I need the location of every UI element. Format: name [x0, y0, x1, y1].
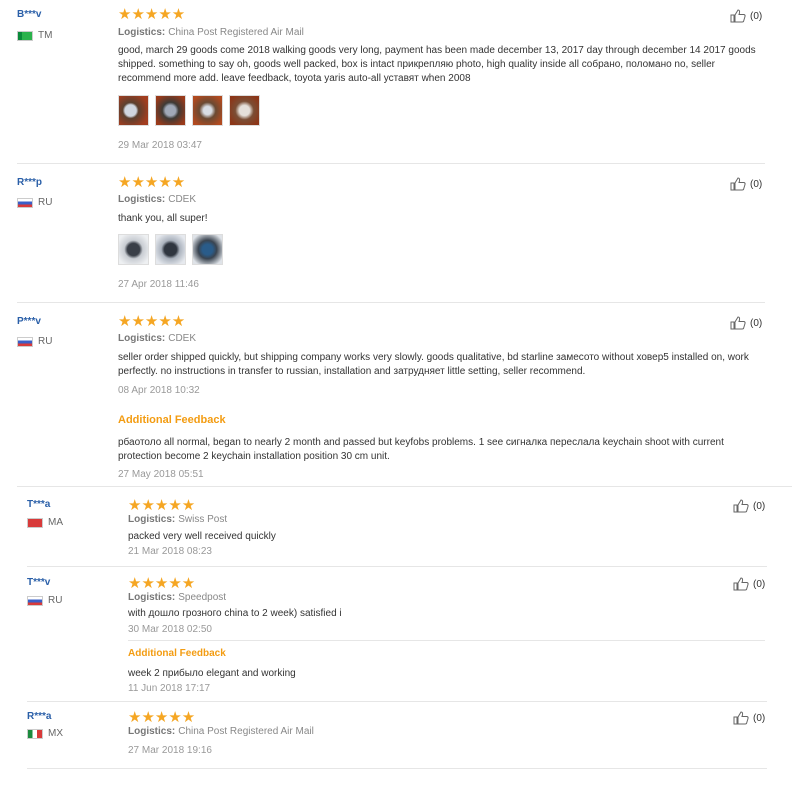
- review-photo[interactable]: [229, 95, 260, 126]
- flag-icon: [17, 336, 33, 347]
- review-photo[interactable]: [118, 234, 149, 265]
- review-photo[interactable]: [155, 95, 186, 126]
- reviewer-country: MX: [27, 728, 63, 739]
- reviewer-name[interactable]: R***p: [17, 177, 42, 188]
- thumbs-up-icon: [730, 316, 746, 330]
- thumbs-up-icon: [733, 577, 749, 591]
- reviewer-name[interactable]: T***v: [27, 577, 50, 588]
- review-date: 29 Mar 2018 03:47: [118, 140, 202, 151]
- divider: [17, 486, 792, 487]
- like-button[interactable]: (0): [733, 577, 765, 591]
- reviewer-country: TM: [17, 30, 52, 41]
- reviewer-country: RU: [17, 336, 52, 347]
- divider: [27, 566, 767, 567]
- reviewer-name[interactable]: T***a: [27, 499, 50, 510]
- star-rating: ★★★★★: [128, 575, 196, 592]
- flag-icon: [27, 517, 43, 528]
- star-rating: ★★★★★: [128, 497, 196, 514]
- reviewer-name[interactable]: B***v: [17, 9, 41, 20]
- thumbs-up-icon: [733, 499, 749, 513]
- additional-feedback-label: Additional Feedback: [118, 414, 226, 426]
- additional-feedback-date: 27 May 2018 05:51: [118, 469, 204, 480]
- star-rating: ★★★★★: [118, 6, 186, 23]
- star-rating: ★★★★★: [118, 174, 186, 191]
- divider: [17, 302, 765, 303]
- reviewer-country: RU: [17, 197, 52, 208]
- like-button[interactable]: (0): [730, 177, 762, 191]
- like-button[interactable]: (0): [733, 711, 765, 725]
- reviewer-country: RU: [27, 595, 62, 606]
- review-photo[interactable]: [192, 95, 223, 126]
- logistics-info: Logistics: China Post Registered Air Mail: [118, 27, 304, 38]
- like-button[interactable]: (0): [730, 316, 762, 330]
- review-photo[interactable]: [155, 234, 186, 265]
- like-button[interactable]: (0): [730, 9, 762, 23]
- review-photos: [118, 95, 260, 126]
- flag-icon: [27, 728, 43, 739]
- reviewer-name[interactable]: P***v: [17, 316, 41, 327]
- logistics-info: Logistics: CDEK: [118, 194, 197, 205]
- additional-feedback-date: 11 Jun 2018 17:17: [128, 683, 211, 694]
- review-date: 08 Apr 2018 10:32: [118, 385, 200, 396]
- flag-icon: [17, 30, 33, 41]
- divider: [17, 163, 765, 164]
- divider: [27, 768, 767, 769]
- review-text: good, march 29 goods come 2018 walking g…: [118, 45, 756, 84]
- thumbs-up-icon: [733, 711, 749, 725]
- additional-feedback-text: week 2 прибыло elegant and working: [128, 668, 296, 679]
- review-date: 21 Mar 2018 08:23: [128, 546, 212, 557]
- like-button[interactable]: (0): [733, 499, 765, 513]
- star-rating: ★★★★★: [128, 709, 196, 726]
- review-text: thank you, all super!: [118, 213, 208, 224]
- reviewer-name[interactable]: R***a: [27, 711, 51, 722]
- review-photo[interactable]: [192, 234, 223, 265]
- additional-feedback-text: рбаотоло all normal, began to nearly 2 m…: [118, 437, 724, 462]
- review-date: 27 Apr 2018 11:46: [118, 279, 199, 290]
- reviewer-country: MA: [27, 517, 63, 528]
- review-photos: [118, 234, 223, 265]
- divider: [27, 701, 767, 702]
- flag-icon: [27, 595, 43, 606]
- review-text: with дошло грозного china to 2 week) sat…: [128, 608, 342, 619]
- thumbs-up-icon: [730, 177, 746, 191]
- star-rating: ★★★★★: [118, 313, 186, 330]
- review-date: 30 Mar 2018 02:50: [128, 624, 212, 635]
- logistics-info: Logistics: China Post Registered Air Mail: [128, 726, 314, 737]
- review-photo[interactable]: [118, 95, 149, 126]
- review-text: seller order shipped quickly, but shippi…: [118, 352, 749, 377]
- flag-icon: [17, 197, 33, 208]
- divider: [128, 640, 765, 641]
- logistics-info: Logistics: Swiss Post: [128, 514, 228, 525]
- logistics-info: Logistics: CDEK: [118, 333, 197, 344]
- logistics-info: Logistics: Speedpost: [128, 592, 227, 603]
- thumbs-up-icon: [730, 9, 746, 23]
- review-text: packed very well received quickly: [128, 531, 276, 542]
- additional-feedback-label: Additional Feedback: [128, 648, 226, 659]
- review-date: 27 Mar 2018 19:16: [128, 745, 212, 756]
